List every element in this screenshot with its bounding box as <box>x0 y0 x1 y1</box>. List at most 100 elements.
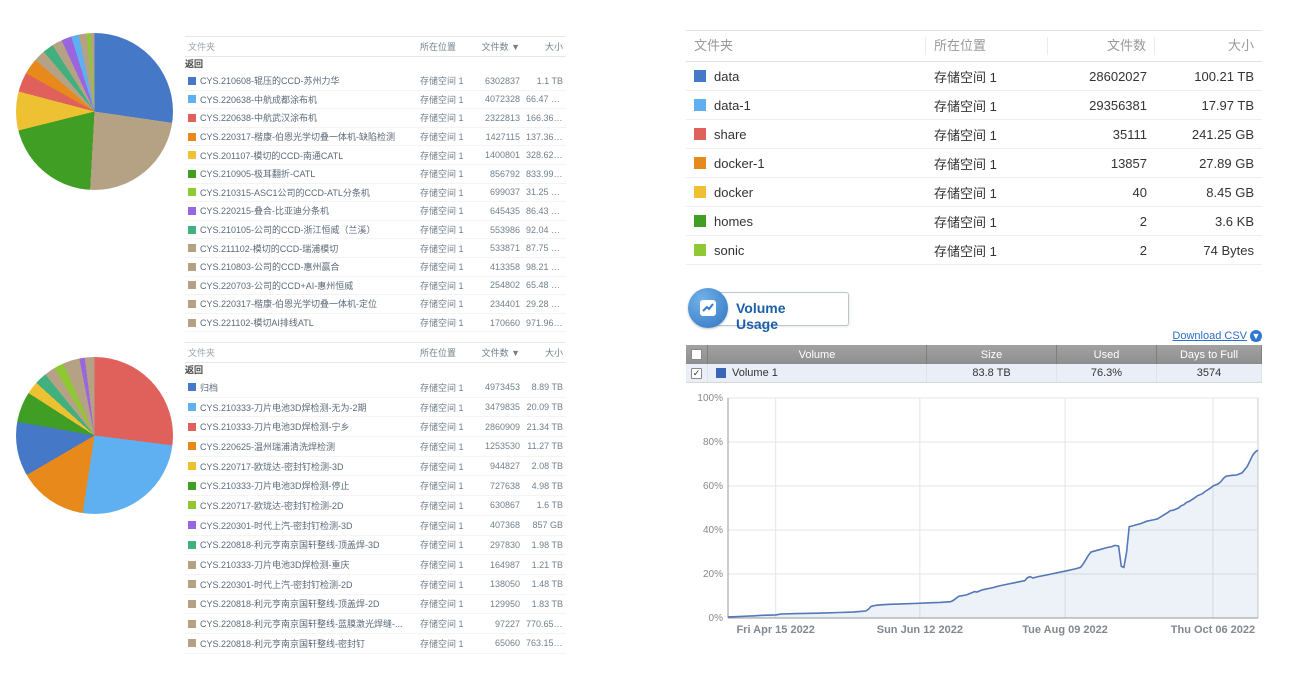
folder-name-cell: share <box>686 127 926 142</box>
folder-color-swatch <box>188 403 196 411</box>
folder-count-cell: 170660 <box>477 318 523 328</box>
folder-color-swatch <box>188 95 196 103</box>
folder-location-cell: 存储空间 1 <box>417 149 477 162</box>
column-header-3[interactable]: 大小 <box>523 346 566 359</box>
table-row[interactable]: data-1存储空间 12935638117.97 TB <box>686 91 1262 120</box>
table-row[interactable]: CYS.220703-公司的CCD+AI-惠州恒威存储空间 125480265.… <box>185 277 566 296</box>
table-row[interactable]: CYS.220638-中航武汉涂布机存储空间 12322813166.36 GB <box>185 109 566 128</box>
row-select-cell: ✓ <box>686 364 708 382</box>
folder-location-cell: 存储空间 1 <box>417 401 477 414</box>
folder-size-cell: 66.47 GB <box>523 94 566 104</box>
table-row[interactable]: CYS.220625-温州瑞浦清洗焊检测存储空间 1125353011.27 T… <box>185 437 566 457</box>
table-row[interactable]: docker-1存储空间 11385727.89 GB <box>686 149 1262 178</box>
folder-location-cell: 存储空间 1 <box>417 637 477 650</box>
column-header-3[interactable]: 大小 <box>1155 37 1262 55</box>
folder-name-label: CYS.221102-模切AI排线ATL <box>200 316 314 329</box>
folder-size-cell: 98.21 GB <box>523 262 566 272</box>
table-row[interactable]: CYS.210333-刀片电池3D焊检测-停止存储空间 17276384.98 … <box>185 476 566 496</box>
volume-column-header-0: Volume <box>708 345 927 364</box>
table-row[interactable]: CYS.220717-欧珑达-密封钉检测-2D存储空间 16308671.6 T… <box>185 496 566 516</box>
folder-name-label: CYS.210608-辊压的CCD-苏州力华 <box>200 74 340 87</box>
table-row[interactable]: CYS.210333-刀片电池3D焊检测-重庆存储空间 11649871.21 … <box>185 555 566 575</box>
folder-name-label: share <box>714 127 747 142</box>
folder-name-cell: CYS.210315-ASC1公司的CCD-ATL分条机 <box>185 186 417 199</box>
folder-name-label: docker-1 <box>714 156 765 171</box>
folder-size-cell: 87.75 GB <box>523 243 566 253</box>
volume-column-header-2: Used <box>1057 345 1157 364</box>
folder-count-cell: 2 <box>1048 214 1155 229</box>
x-tick-label: Fri Apr 15 2022 <box>736 624 814 636</box>
volume-row[interactable]: ✓Volume 183.8 TB76.3%3574 <box>686 364 1262 382</box>
folder-count-cell: 35111 <box>1048 127 1155 142</box>
x-tick-label: Thu Oct 06 2022 <box>1171 624 1255 636</box>
volume-usage-line-chart: 0%20%40%60%80%100%Fri Apr 15 2022Sun Jun… <box>690 388 1270 651</box>
table-row[interactable]: docker存储空间 1408.45 GB <box>686 178 1262 207</box>
table-row[interactable]: CYS.211102-模切的CCD-瑞浦模切存储空间 153387187.75 … <box>185 239 566 258</box>
volume-table-header: VolumeSizeUsedDays to Full <box>686 345 1262 364</box>
table-row[interactable]: CYS.210333-刀片电池3D焊检测-无为-2期存储空间 134798352… <box>185 398 566 418</box>
folder-color-swatch <box>694 99 706 111</box>
folder-count-cell: 28602027 <box>1048 69 1155 84</box>
folder-name-label: CYS.210333-刀片电池3D焊检测-无为-2期 <box>200 401 367 414</box>
column-header-3[interactable]: 大小 <box>523 40 566 53</box>
row-checkbox[interactable]: ✓ <box>691 368 702 379</box>
table-row[interactable]: CYS.220301-时代上汽-密封钉检测-2D存储空间 11380501.48… <box>185 575 566 595</box>
table-row[interactable]: CYS.210105-公司的CCD-浙江恒威（兰溪）存储空间 155398692… <box>185 221 566 240</box>
folder-color-swatch <box>694 215 706 227</box>
table-row[interactable]: CYS.210905-极耳翻折-CATL存储空间 1856792833.99 G… <box>185 165 566 184</box>
folder-size-cell: 27.89 GB <box>1155 156 1262 171</box>
table-row[interactable]: CYS.210333-刀片电池3D焊检测-宁乡存储空间 1286090921.3… <box>185 417 566 437</box>
column-header-2[interactable]: 文件数 <box>1048 37 1155 55</box>
folder-name-label: 归档 <box>200 381 218 394</box>
folder-name-cell: CYS.220215-叠合-比亚迪分条机 <box>185 204 417 217</box>
table-row[interactable]: CYS.221102-模切AI排线ATL存储空间 1170660971.96 G… <box>185 314 566 333</box>
column-header-2[interactable]: 文件数 ▼ <box>477 346 523 359</box>
folder-size-pie-top <box>16 33 173 190</box>
table-row[interactable]: CYS.220301-时代上汽-密封钉检测-3D存储空间 1407368857 … <box>185 516 566 536</box>
table-row[interactable]: CYS.220317-楷康-伯恩光学切叠一体机-定位存储空间 123440129… <box>185 295 566 314</box>
folder-name-cell: CYS.210608-辊压的CCD-苏州力华 <box>185 74 417 87</box>
table-row[interactable]: CYS.220818-利元亨南京国轩整线-蓝膜激光焊缝-...存储空间 1972… <box>185 614 566 634</box>
table-row[interactable]: 归档存储空间 149734538.89 TB <box>185 378 566 398</box>
table-row[interactable]: CYS.201107-模切的CCD-南通CATL存储空间 11400801328… <box>185 146 566 165</box>
back-link[interactable]: 返回 <box>185 363 566 378</box>
table-row[interactable]: CYS.210608-辊压的CCD-苏州力华存储空间 163028371.1 T… <box>185 72 566 91</box>
folder-location-cell: 存储空间 1 <box>417 420 477 433</box>
back-link[interactable]: 返回 <box>185 57 566 72</box>
select-all-checkbox[interactable] <box>691 349 702 360</box>
column-header-2[interactable]: 文件数 ▼ <box>477 40 523 53</box>
column-header-1[interactable]: 所在位置 <box>926 37 1048 55</box>
folder-color-swatch <box>694 186 706 198</box>
folder-color-swatch <box>694 157 706 169</box>
table-row[interactable]: data存储空间 128602027100.21 TB <box>686 62 1262 91</box>
column-header-1[interactable]: 所在位置 <box>417 40 477 53</box>
table-row[interactable]: share存储空间 135111241.25 GB <box>686 120 1262 149</box>
folder-count-cell: 553986 <box>477 225 523 235</box>
volume-column-header-1: Size <box>927 345 1057 364</box>
table-row[interactable]: sonic存储空间 1274 Bytes <box>686 236 1262 265</box>
download-csv-link[interactable]: Download CSV ▼ <box>1160 330 1262 342</box>
table-row[interactable]: CYS.220818-利元亨南京国轩整线-顶盖焊-2D存储空间 11299501… <box>185 595 566 615</box>
table-row[interactable]: CYS.220818-利元亨南京国轩整线-密封钉存储空间 165060763.1… <box>185 634 566 654</box>
table-row[interactable]: CYS.210315-ASC1公司的CCD-ATL分条机存储空间 1699037… <box>185 184 566 203</box>
folder-location-cell: 存储空间 1 <box>417 479 477 492</box>
folder-name-label: CYS.210905-极耳翻折-CATL <box>200 167 315 180</box>
folder-location-cell: 存储空间 1 <box>926 96 1048 115</box>
folder-count-cell: 40 <box>1048 185 1155 200</box>
table-row[interactable]: homes存储空间 123.6 KB <box>686 207 1262 236</box>
folder-location-cell: 存储空间 1 <box>926 212 1048 231</box>
folder-count-cell: 29356381 <box>1048 98 1155 113</box>
table-row[interactable]: CYS.220717-欧珑达-密封钉检测-3D存储空间 19448272.08 … <box>185 457 566 477</box>
folder-count-cell: 533871 <box>477 243 523 253</box>
table-row[interactable]: CYS.210803-公司的CCD-惠州赢合存储空间 141335898.21 … <box>185 258 566 277</box>
table-row[interactable]: CYS.220215-叠合-比亚迪分条机存储空间 164543586.43 GB <box>185 202 566 221</box>
column-header-1[interactable]: 所在位置 <box>417 346 477 359</box>
folder-color-swatch <box>188 207 196 215</box>
folder-size-pie-bottom <box>16 357 173 514</box>
table-row[interactable]: CYS.220638-中航成都涂布机存储空间 1407232866.47 GB <box>185 91 566 110</box>
table-row[interactable]: CYS.220818-利元亨南京国轩整线-顶盖焊-3D存储空间 12978301… <box>185 536 566 556</box>
folder-size-cell: 3.6 KB <box>1155 214 1262 229</box>
column-header-0[interactable]: 文件夹 <box>686 37 926 55</box>
table-row[interactable]: CYS.220317-楷康-伯恩光学切叠一体机-缺陷检测存储空间 1142711… <box>185 128 566 147</box>
folder-count-cell: 1400801 <box>477 150 523 160</box>
